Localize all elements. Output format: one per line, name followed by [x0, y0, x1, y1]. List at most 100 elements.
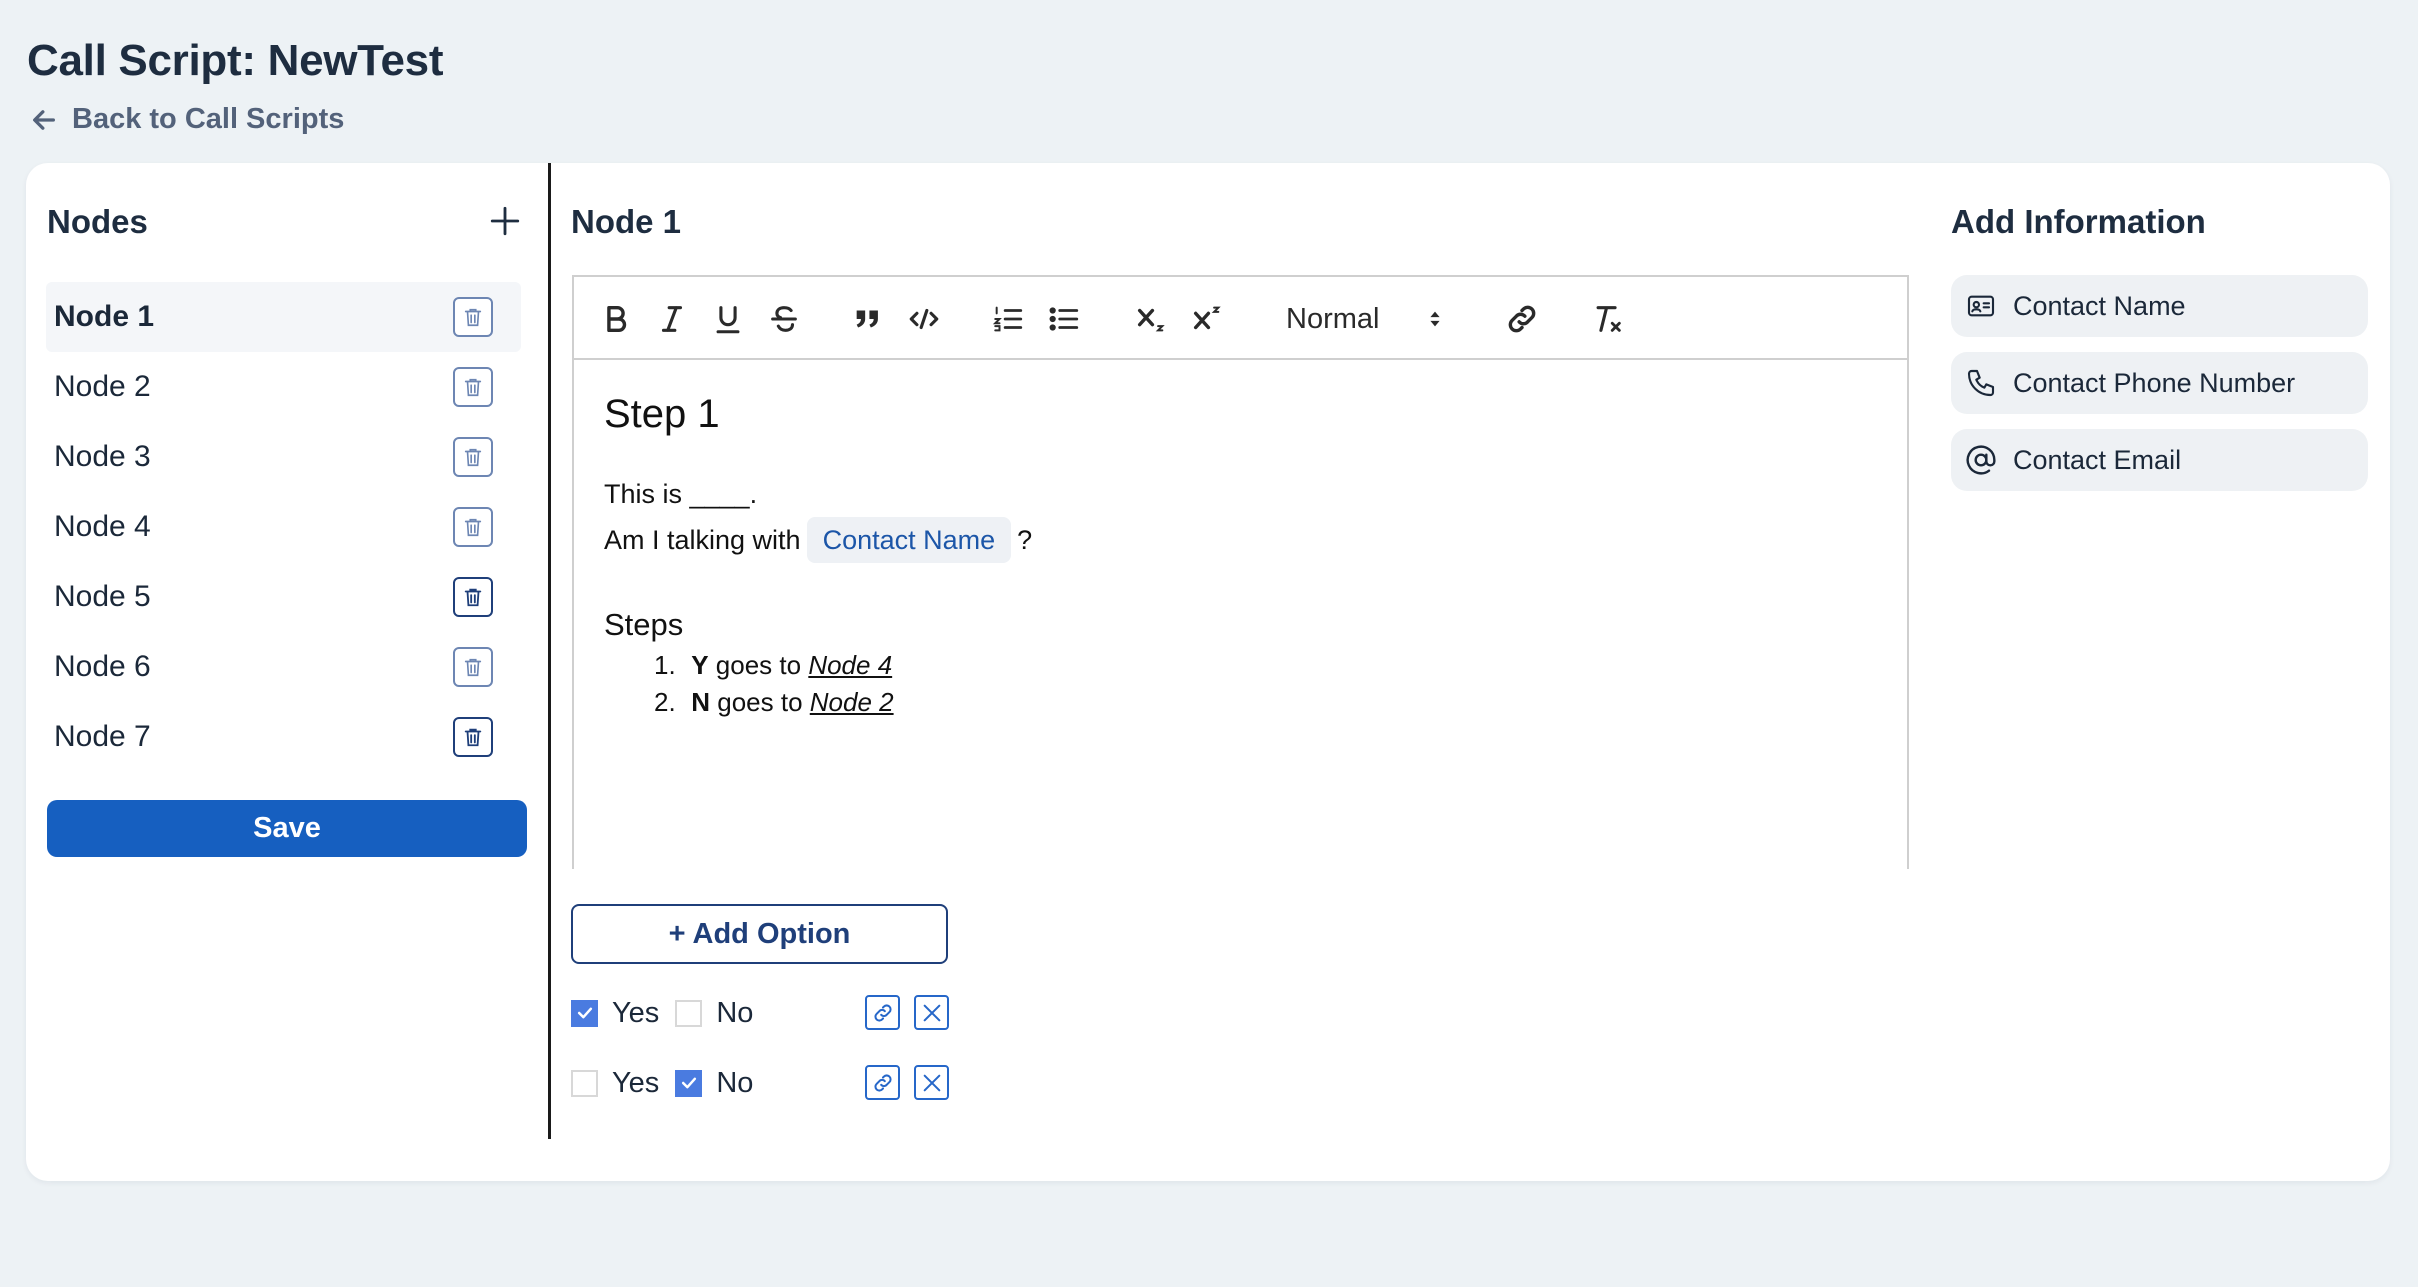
no-checkbox[interactable]: [675, 1069, 703, 1097]
step-number: 1.: [654, 650, 676, 680]
subscript-icon: [1137, 308, 1165, 332]
superscript-icon: [1193, 306, 1221, 330]
italic-button[interactable]: [652, 299, 692, 339]
option-row: Yes No: [571, 1067, 769, 1099]
node-item[interactable]: Node 6: [46, 632, 521, 702]
step-target-link[interactable]: Node 4: [808, 650, 892, 680]
node-label: Node 5: [54, 580, 151, 613]
delete-node-button[interactable]: [453, 717, 493, 757]
bold-icon: [607, 305, 627, 333]
superscript-button[interactable]: [1186, 299, 1228, 339]
strike-button[interactable]: [764, 299, 804, 339]
plus-icon: [490, 206, 520, 236]
trash-icon: [464, 518, 482, 537]
no-label: No: [716, 996, 754, 1029]
info-item-label: Contact Email: [2013, 444, 2182, 475]
add-node-button[interactable]: [488, 204, 522, 238]
no-label: No: [716, 1066, 754, 1099]
delete-node-button[interactable]: [453, 507, 493, 547]
link-button[interactable]: [1502, 299, 1542, 339]
node-item[interactable]: Node 2: [46, 352, 521, 422]
underline-button[interactable]: [708, 299, 748, 339]
node-label: Node 3: [54, 440, 151, 473]
trash-icon: [464, 448, 482, 467]
step-text: goes to: [710, 687, 810, 717]
contact-card-icon: [1967, 295, 1995, 317]
insert-contact-name-button[interactable]: Contact Name: [1951, 275, 2368, 337]
yes-checkbox[interactable]: [571, 999, 598, 1027]
at-sign-icon: [1966, 445, 1996, 475]
yes-checkbox[interactable]: [571, 1069, 598, 1097]
editor-title: Node 1: [571, 203, 682, 240]
back-link-label: Back to Call Scripts: [72, 103, 345, 135]
clear-format-button[interactable]: [1588, 299, 1628, 339]
editor-content[interactable]: Step 1 This is ____. Am I talking with Co…: [572, 358, 1909, 869]
trash-icon: [464, 728, 482, 747]
node-item[interactable]: Node 7: [46, 702, 521, 772]
link-icon: [873, 1003, 892, 1022]
info-item-label: Contact Name: [2013, 290, 2186, 321]
header-format-select[interactable]: Normal: [1286, 299, 1446, 339]
contact-name-placeholder-chip[interactable]: Contact Name: [806, 517, 1012, 563]
trash-icon: [464, 378, 482, 397]
delete-node-button[interactable]: [453, 577, 493, 617]
node-label: Node 1: [54, 300, 155, 333]
blockquote-button[interactable]: [848, 299, 888, 339]
header-format-value: Normal: [1286, 302, 1380, 335]
code-block-button[interactable]: [904, 299, 944, 339]
remove-option-button[interactable]: [914, 1065, 949, 1100]
bullet-list-button[interactable]: [1044, 299, 1084, 339]
yes-label: Yes: [612, 1066, 660, 1099]
node-item[interactable]: Node 5: [46, 562, 521, 632]
node-item[interactable]: Node 1: [46, 282, 521, 352]
step-text: goes to: [708, 650, 809, 680]
link-option-button[interactable]: [865, 1065, 900, 1100]
save-button[interactable]: Save: [47, 800, 527, 857]
delete-node-button[interactable]: [453, 647, 493, 687]
subscript-button[interactable]: [1130, 299, 1172, 339]
delete-node-button[interactable]: [453, 437, 493, 477]
node-item[interactable]: Node 4: [46, 492, 521, 562]
delete-node-button[interactable]: [453, 367, 493, 407]
insert-contact-email-button[interactable]: Contact Email: [1951, 429, 2368, 491]
check-icon: [681, 1077, 696, 1089]
step-key: Y: [691, 650, 709, 680]
step-item: 2. N goes to Node 2: [654, 684, 1877, 721]
step-key: N: [691, 687, 711, 717]
back-to-call-scripts-link[interactable]: Back to Call Scripts: [30, 103, 344, 136]
link-icon: [873, 1073, 892, 1092]
insert-contact-phone-button[interactable]: Contact Phone Number: [1951, 352, 2368, 414]
remove-option-button[interactable]: [914, 995, 949, 1030]
link-icon: [1508, 305, 1536, 333]
step-target-link[interactable]: Node 2: [810, 687, 894, 717]
trash-icon: [464, 658, 482, 677]
bold-button[interactable]: [596, 299, 636, 339]
updown-chevron-icon: [1430, 311, 1440, 327]
step-item: 1. Y goes to Node 4: [654, 647, 1877, 684]
strike-icon: [771, 306, 797, 332]
content-text: ?: [1017, 525, 1033, 555]
page-title: Call Script: NewTest: [27, 36, 444, 85]
node-item[interactable]: Node 3: [46, 422, 521, 492]
nodes-title: Nodes: [47, 203, 148, 240]
node-label: Node 2: [54, 370, 151, 403]
no-checkbox[interactable]: [675, 999, 703, 1027]
close-icon: [923, 1074, 940, 1091]
phone-icon: [1967, 369, 1995, 397]
add-option-button[interactable]: + Add Option: [571, 904, 948, 964]
trash-icon: [464, 588, 482, 607]
trash-icon: [464, 308, 482, 327]
blockquote-icon: [856, 310, 878, 328]
yes-label: Yes: [612, 996, 660, 1029]
node-label: Node 7: [54, 720, 151, 753]
ordered-list-button[interactable]: [988, 299, 1028, 339]
bullet-list-icon: [1049, 307, 1079, 331]
close-icon: [923, 1004, 940, 1021]
delete-node-button[interactable]: [453, 297, 493, 337]
italic-icon: [661, 306, 683, 332]
panel-divider: [548, 163, 551, 1139]
content-text: Am I talking with: [604, 525, 801, 555]
steps-list: 1. Y goes to Node 4 2. N goes to Node 2: [604, 647, 1877, 721]
step-number: 2.: [654, 687, 676, 717]
link-option-button[interactable]: [865, 995, 900, 1030]
